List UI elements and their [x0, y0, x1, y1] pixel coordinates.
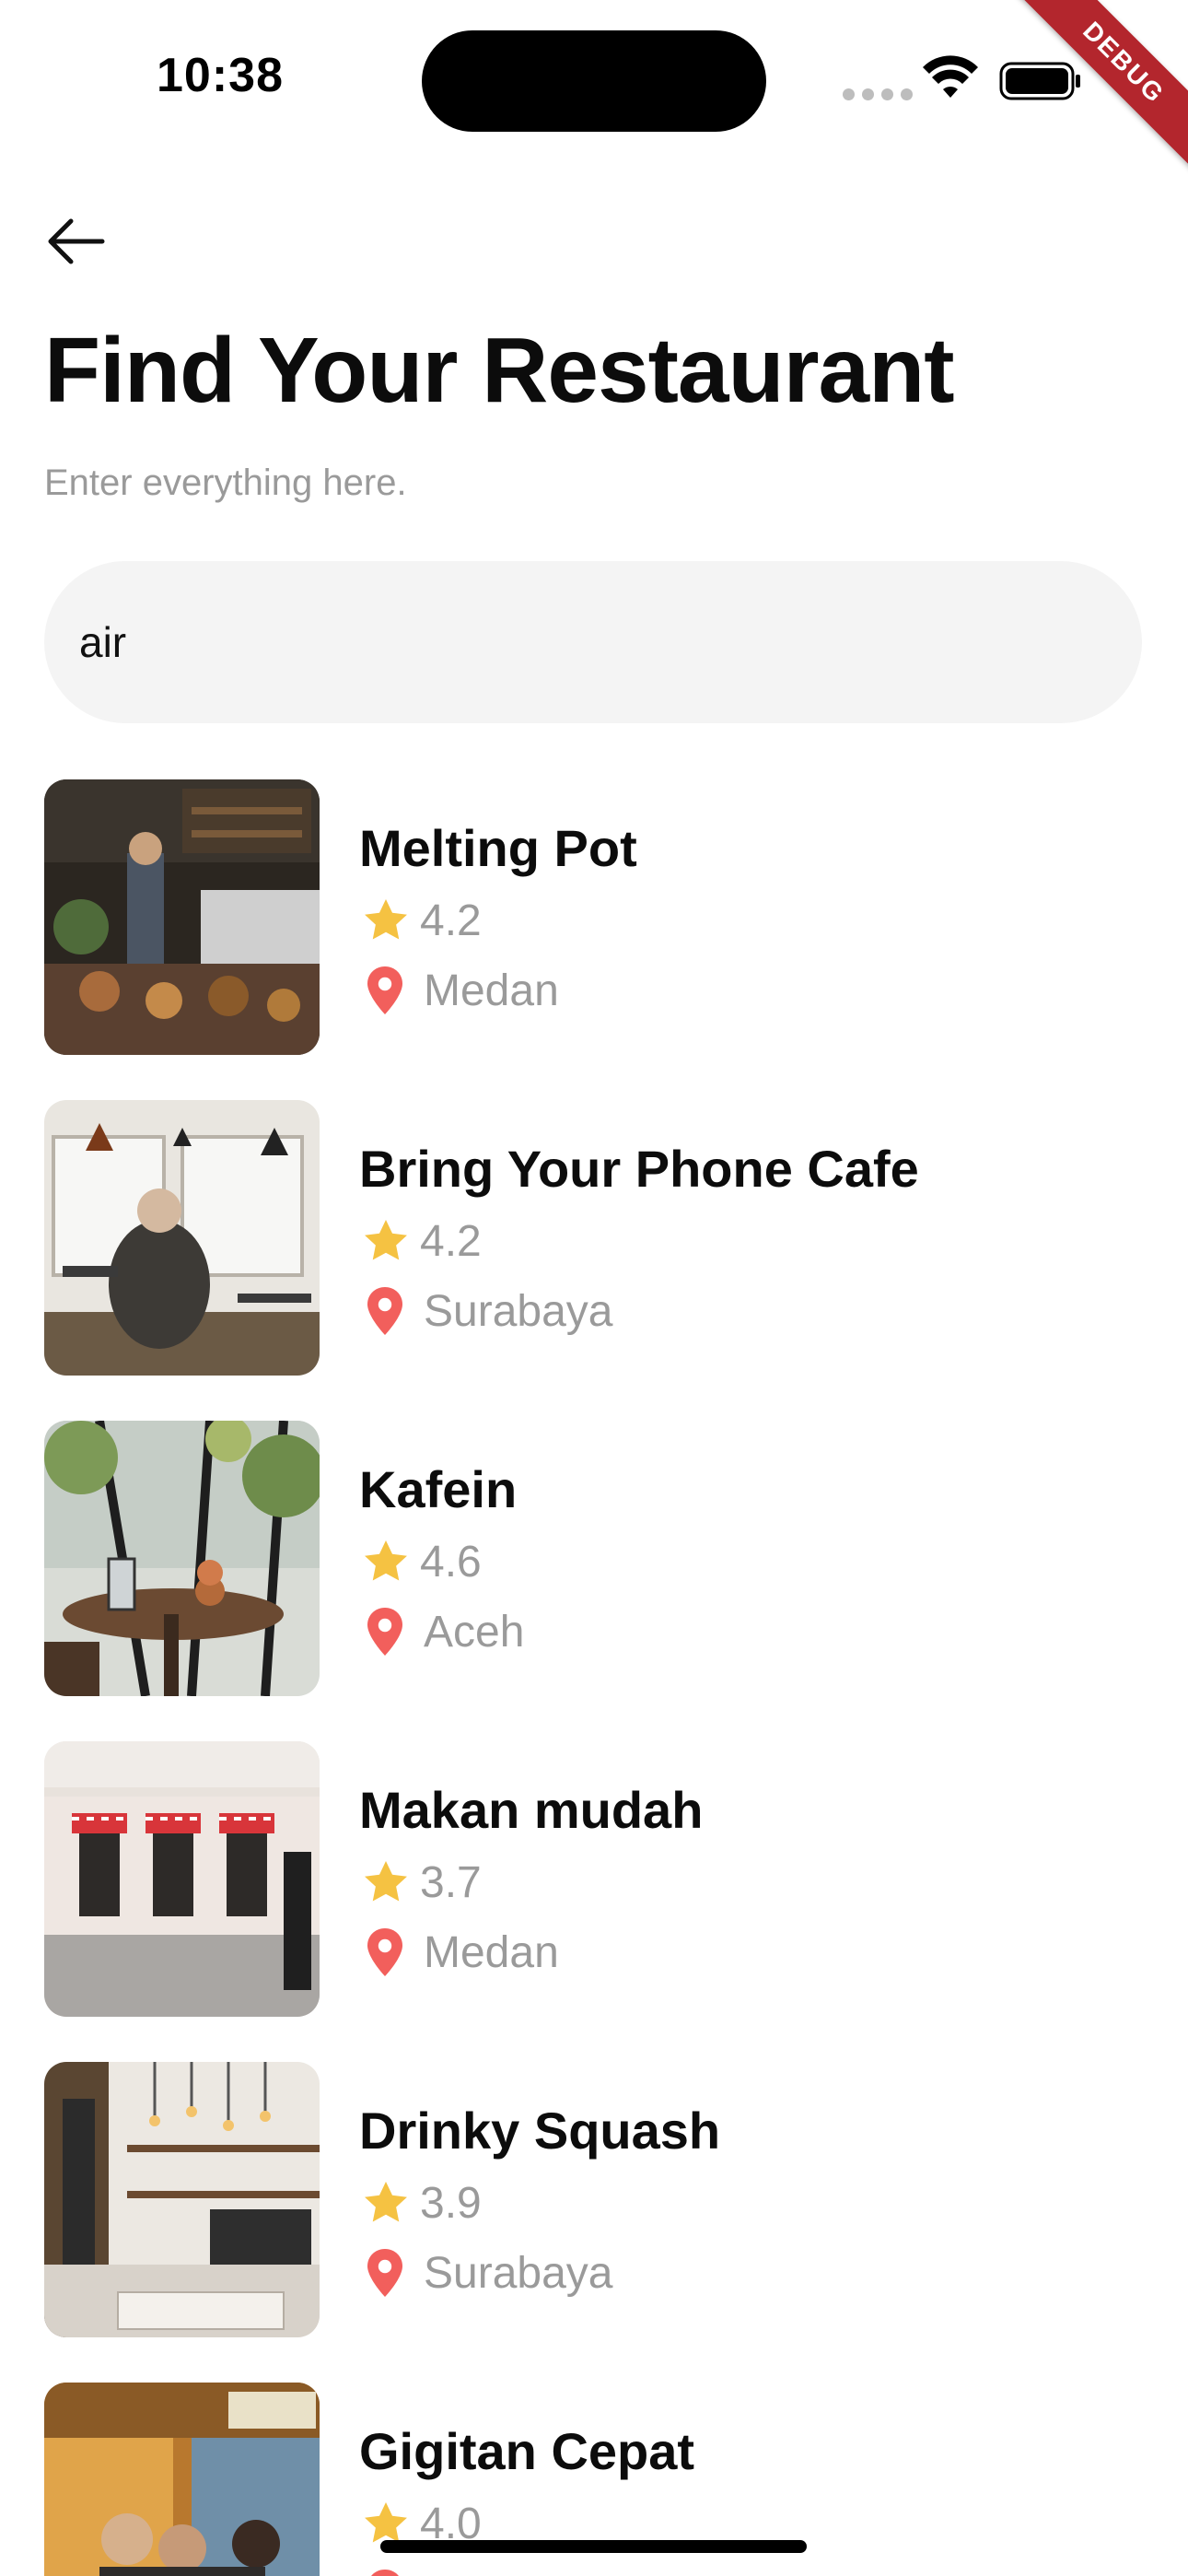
restaurant-name: Bring Your Phone Cafe — [359, 1140, 919, 1198]
restaurant-search-screen: 10:38 DEBUG Find Your Restaurant Enter e… — [0, 0, 1188, 2576]
rating-value: 4.2 — [420, 1216, 482, 1266]
wifi-icon — [923, 55, 978, 98]
rating-row: 4.2 — [359, 1209, 919, 1273]
star-icon — [365, 1861, 407, 1902]
restaurant-photo — [44, 1100, 320, 1376]
location-pin-icon — [367, 1287, 402, 1335]
restaurant-photo — [44, 1421, 320, 1696]
restaurant-name: Makan mudah — [359, 1781, 704, 1839]
restaurant-name: Drinky Squash — [359, 2102, 721, 2160]
restaurant-photo — [44, 779, 320, 1055]
location-pin-icon — [371, 2570, 399, 2576]
restaurant-name: Melting Pot — [359, 819, 637, 877]
restaurant-info: Bring Your Phone Cafe 4.2 Surabaya — [359, 1137, 919, 1343]
restaurant-item[interactable]: Kafein 4.6 Aceh — [44, 1421, 1142, 1696]
rating-row: 4.6 — [359, 1529, 524, 1594]
restaurant-list: Melting Pot 4.2 Medan Bring Your Phone C… — [44, 779, 1142, 2576]
search-box — [44, 561, 1142, 723]
city-row: Surabaya — [359, 1279, 919, 1343]
restaurant-photo — [44, 1741, 320, 2017]
location-pin-icon — [367, 2249, 402, 2297]
city-row: Surabaya — [359, 2241, 720, 2305]
restaurant-info: Makan mudah 3.7 Medan — [359, 1778, 703, 1985]
star-icon — [365, 899, 407, 940]
search-input[interactable] — [77, 616, 1094, 668]
rating-row: 4.2 — [359, 888, 637, 953]
star-icon — [365, 1540, 407, 1581]
city-value: Medan — [424, 1927, 559, 1977]
restaurant-info: Melting Pot 4.2 Medan — [359, 816, 637, 1023]
city-value: Aceh — [424, 1607, 525, 1657]
home-indicator[interactable] — [380, 2540, 807, 2553]
restaurant-item[interactable]: Drinky Squash 3.9 Surabaya — [44, 2062, 1142, 2337]
restaurant-item[interactable]: Makan mudah 3.7 Medan — [44, 1741, 1142, 2017]
restaurant-name: Kafein — [359, 1460, 518, 1518]
restaurant-item[interactable]: Bring Your Phone Cafe 4.2 Surabaya — [44, 1100, 1142, 1376]
star-icon — [365, 1220, 407, 1260]
rating-value: 3.7 — [420, 1857, 482, 1907]
star-icon — [365, 2182, 407, 2222]
rating-value: 3.9 — [420, 2178, 482, 2228]
restaurant-info: Kafein 4.6 Aceh — [359, 1458, 524, 1664]
city-value: Medan — [424, 966, 559, 1015]
restaurant-photo — [44, 2062, 320, 2337]
arrow-left-icon — [48, 218, 105, 264]
city-row: Medan — [359, 1920, 703, 1985]
city-row — [359, 2561, 694, 2576]
rating-row: 3.9 — [359, 2171, 720, 2235]
location-pin-icon — [367, 966, 402, 1014]
cellular-signal-icon — [843, 88, 913, 100]
status-time: 10:38 — [157, 49, 284, 102]
rating-value: 4.2 — [420, 896, 482, 945]
rating-value: 4.6 — [420, 1537, 482, 1587]
page-subtitle: Enter everything here. — [44, 463, 407, 503]
city-value: Surabaya — [424, 1286, 613, 1336]
restaurant-name: Gigitan Cepat — [359, 2422, 695, 2480]
rating-row: 3.7 — [359, 1850, 703, 1914]
location-pin-icon — [367, 1928, 402, 1976]
dynamic-island — [422, 30, 766, 132]
city-row: Aceh — [359, 1599, 524, 1664]
city-value: Surabaya — [424, 2248, 613, 2298]
restaurant-info: Drinky Squash 3.9 Surabaya — [359, 2099, 720, 2305]
battery-icon — [999, 62, 1080, 100]
restaurant-item[interactable]: Melting Pot 4.2 Medan — [44, 779, 1142, 1055]
back-button[interactable] — [37, 203, 114, 280]
restaurant-photo — [44, 2383, 320, 2576]
location-pin-icon — [367, 1608, 402, 1656]
city-row: Medan — [359, 958, 637, 1023]
page-title: Find Your Restaurant — [44, 319, 955, 422]
